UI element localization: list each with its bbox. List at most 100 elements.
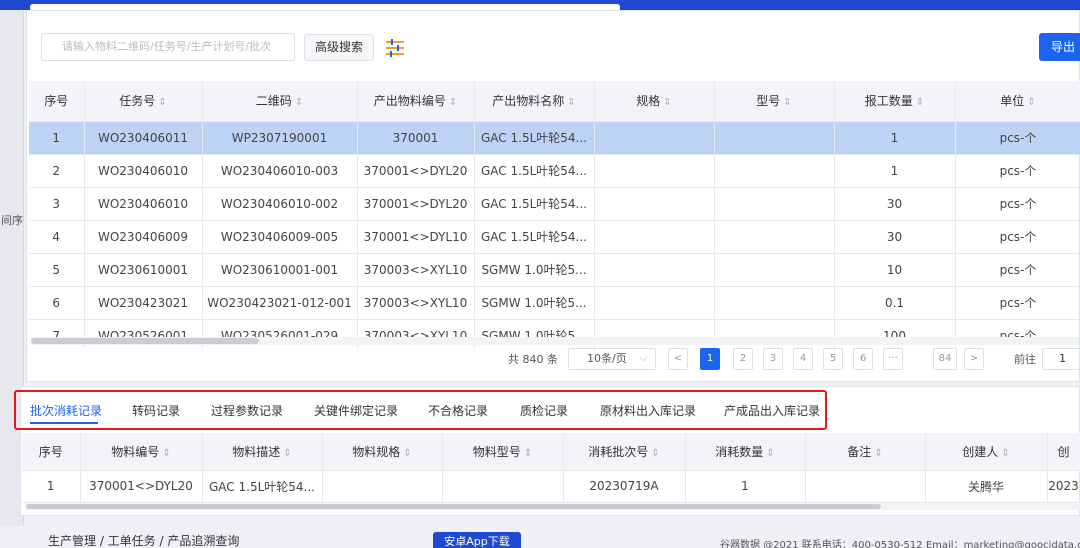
main-scrollbar-thumb[interactable] (31, 338, 259, 344)
sort-icon[interactable]: ⇕ (874, 448, 882, 459)
tab-item[interactable]: 产成品出入库记录 (724, 402, 820, 419)
sort-icon[interactable]: ⇕ (283, 448, 291, 459)
page-button[interactable]: 2 (733, 348, 753, 370)
page-button[interactable]: 3 (763, 348, 783, 370)
main-panel: 请输入物料二维码/任务号/生产计划号/批次 高级搜索 导出 序号 任务号 ⇕ 二维码 ⇕… (26, 10, 1080, 382)
page-button[interactable]: ··· (883, 348, 903, 370)
sort-icon[interactable]: ⇕ (651, 448, 659, 459)
table-cell: pcs-个 (955, 286, 1080, 320)
next-page-button[interactable]: > (964, 348, 984, 370)
column-header[interactable]: 物料规格 ⇕ (322, 433, 443, 471)
detail-horizontal-scrollbar[interactable] (26, 503, 1080, 510)
table-row[interactable]: 1 WO230406011 WP2307190001 370001 GAC 1.5L叶轮… (29, 121, 1080, 155)
detail-scrollbar-thumb[interactable] (26, 504, 881, 509)
column-header-label: 产出物料名称 (492, 94, 565, 109)
sort-icon[interactable]: ⇕ (916, 97, 924, 108)
advanced-search-button[interactable]: 高级搜索 (304, 34, 374, 61)
table-row[interactable]: 4 WO230406009 WO230406009-005 370001<>DYL10… (29, 220, 1080, 254)
table-row[interactable]: 3 WO230406010 WO230406010-002 370001<>DYL20… (29, 187, 1080, 221)
column-header[interactable]: 产出物料名称 ⇕ (474, 81, 595, 122)
column-header[interactable]: 消耗批次号 ⇕ (563, 433, 686, 471)
goto-page-input[interactable]: 1 (1042, 348, 1080, 370)
column-header-label: 物料规格 (352, 444, 401, 459)
column-header-label: 消耗批次号 (588, 444, 649, 459)
page-button[interactable]: 6 (853, 348, 873, 370)
sort-icon[interactable]: ⇕ (783, 97, 791, 108)
export-button[interactable]: 导出 (1039, 33, 1080, 61)
sort-icon[interactable]: ⇕ (766, 448, 774, 459)
page-button[interactable]: 4 (793, 348, 813, 370)
android-app-download-button[interactable]: 安卓App下载 (433, 532, 521, 548)
detail-table: 序号 物料编号 ⇕ 物料描述 ⇕ 物料规格 ⇕ 物料型号 ⇕ 消耗批次号 ⇕ 消耗数量 ⇕ 备注 ⇕ 创建人 ⇕… (22, 433, 1080, 503)
column-header-label: 规格 (636, 94, 661, 109)
column-header[interactable]: 物料型号 ⇕ (442, 433, 564, 471)
breadcrumb[interactable]: 生产管理 / 工单任务 / 产品追溯查询 (48, 532, 239, 548)
column-header[interactable]: 物料描述 ⇕ (202, 433, 323, 471)
column-header[interactable]: 物料编号 ⇕ (80, 433, 203, 471)
prev-page-button[interactable]: < (668, 348, 688, 370)
tab-item[interactable]: 转码记录 (132, 402, 180, 419)
table-cell (594, 187, 715, 221)
table-cell (594, 253, 715, 287)
chevron-down-icon: ⌵ (639, 353, 647, 364)
table-cell: 1 (22, 470, 81, 503)
sort-icon[interactable]: ⇕ (663, 97, 671, 108)
column-header: 创 (1047, 433, 1080, 471)
table-cell (594, 220, 715, 254)
sort-icon[interactable]: ⇕ (1027, 97, 1035, 108)
column-header-label: 物料型号 (472, 444, 521, 459)
tab-item[interactable]: 质检记录 (520, 402, 568, 419)
column-header[interactable]: 创建人 ⇕ (925, 433, 1048, 471)
column-header[interactable]: 备注 ⇕ (805, 433, 926, 471)
page-button[interactable]: 84 (933, 348, 957, 370)
column-header[interactable]: 规格 ⇕ (594, 81, 715, 122)
table-cell: WO230406009-005 (202, 220, 358, 254)
column-header[interactable]: 型号 ⇕ (714, 81, 835, 122)
table-cell: pcs-个 (955, 253, 1080, 287)
page-button[interactable]: 5 (823, 348, 843, 370)
tab-item[interactable]: 批次消耗记录 (30, 402, 102, 419)
column-header[interactable]: 任务号 ⇕ (84, 81, 203, 122)
table-cell: 20230719A (563, 470, 686, 503)
column-header[interactable]: 单位 ⇕ (955, 81, 1080, 122)
sort-icon[interactable]: ⇕ (158, 97, 166, 108)
page-size-select[interactable]: 10条/页 ⌵ (568, 348, 656, 370)
main-horizontal-scrollbar[interactable] (31, 337, 1079, 345)
column-header-label: 序号 (38, 444, 63, 459)
tab-item[interactable]: 关键件绑定记录 (314, 402, 398, 419)
sort-icon[interactable]: ⇕ (524, 448, 532, 459)
sort-icon[interactable]: ⇕ (567, 97, 575, 108)
table-cell: 2023 (1047, 470, 1080, 503)
tab-item[interactable]: 原材料出入库记录 (600, 402, 696, 419)
tab-item[interactable]: 不合格记录 (428, 402, 488, 419)
column-header-label: 创建人 (962, 444, 999, 459)
table-row[interactable]: 1 370001<>DYL20 GAC 1.5L叶轮54... 20230719A 1 关… (22, 470, 1080, 503)
filter-sliders-icon[interactable] (385, 39, 405, 57)
table-row[interactable]: 5 WO230610001 WO230610001-001 370003<>XYL10… (29, 253, 1080, 287)
column-header-label: 二维码 (255, 94, 292, 109)
table-cell: 370001<>DYL10 (357, 220, 475, 254)
sort-icon[interactable]: ⇕ (1001, 448, 1009, 459)
table-cell: GAC 1.5L叶轮54... (474, 187, 595, 221)
sort-icon[interactable]: ⇕ (295, 97, 303, 108)
search-input[interactable]: 请输入物料二维码/任务号/生产计划号/批次 (41, 33, 295, 61)
copyright-text: 谷器数据 @2021 联系电话：400-0530-512 Email：marke… (720, 540, 1080, 548)
column-header[interactable]: 产出物料编号 ⇕ (357, 81, 475, 122)
column-header[interactable]: 二维码 ⇕ (202, 81, 358, 122)
table-cell: GAC 1.5L叶轮54... (474, 154, 595, 188)
page-button[interactable]: 1 (700, 348, 720, 370)
table-cell: 370003<>XYL10 (357, 286, 475, 320)
sort-icon[interactable]: ⇕ (162, 448, 170, 459)
table-cell: WO230610001 (84, 253, 203, 287)
table-cell: 370001<>DYL20 (80, 470, 203, 503)
table-cell: 30 (834, 187, 956, 221)
sort-icon[interactable]: ⇕ (403, 448, 411, 459)
table-row[interactable]: 2 WO230406010 WO230406010-003 370001<>DYL20… (29, 154, 1080, 188)
column-header[interactable]: 消耗数量 ⇕ (685, 433, 806, 471)
column-header[interactable]: 报工数量 ⇕ (834, 81, 956, 122)
table-row[interactable]: 6 WO230423021 WO230423021-012-001 370003<>X… (29, 286, 1080, 320)
sort-icon[interactable]: ⇕ (449, 97, 457, 108)
tab-item[interactable]: 过程参数记录 (211, 402, 283, 419)
column-header-label: 型号 (756, 94, 781, 109)
table-cell: 1 (834, 154, 956, 188)
